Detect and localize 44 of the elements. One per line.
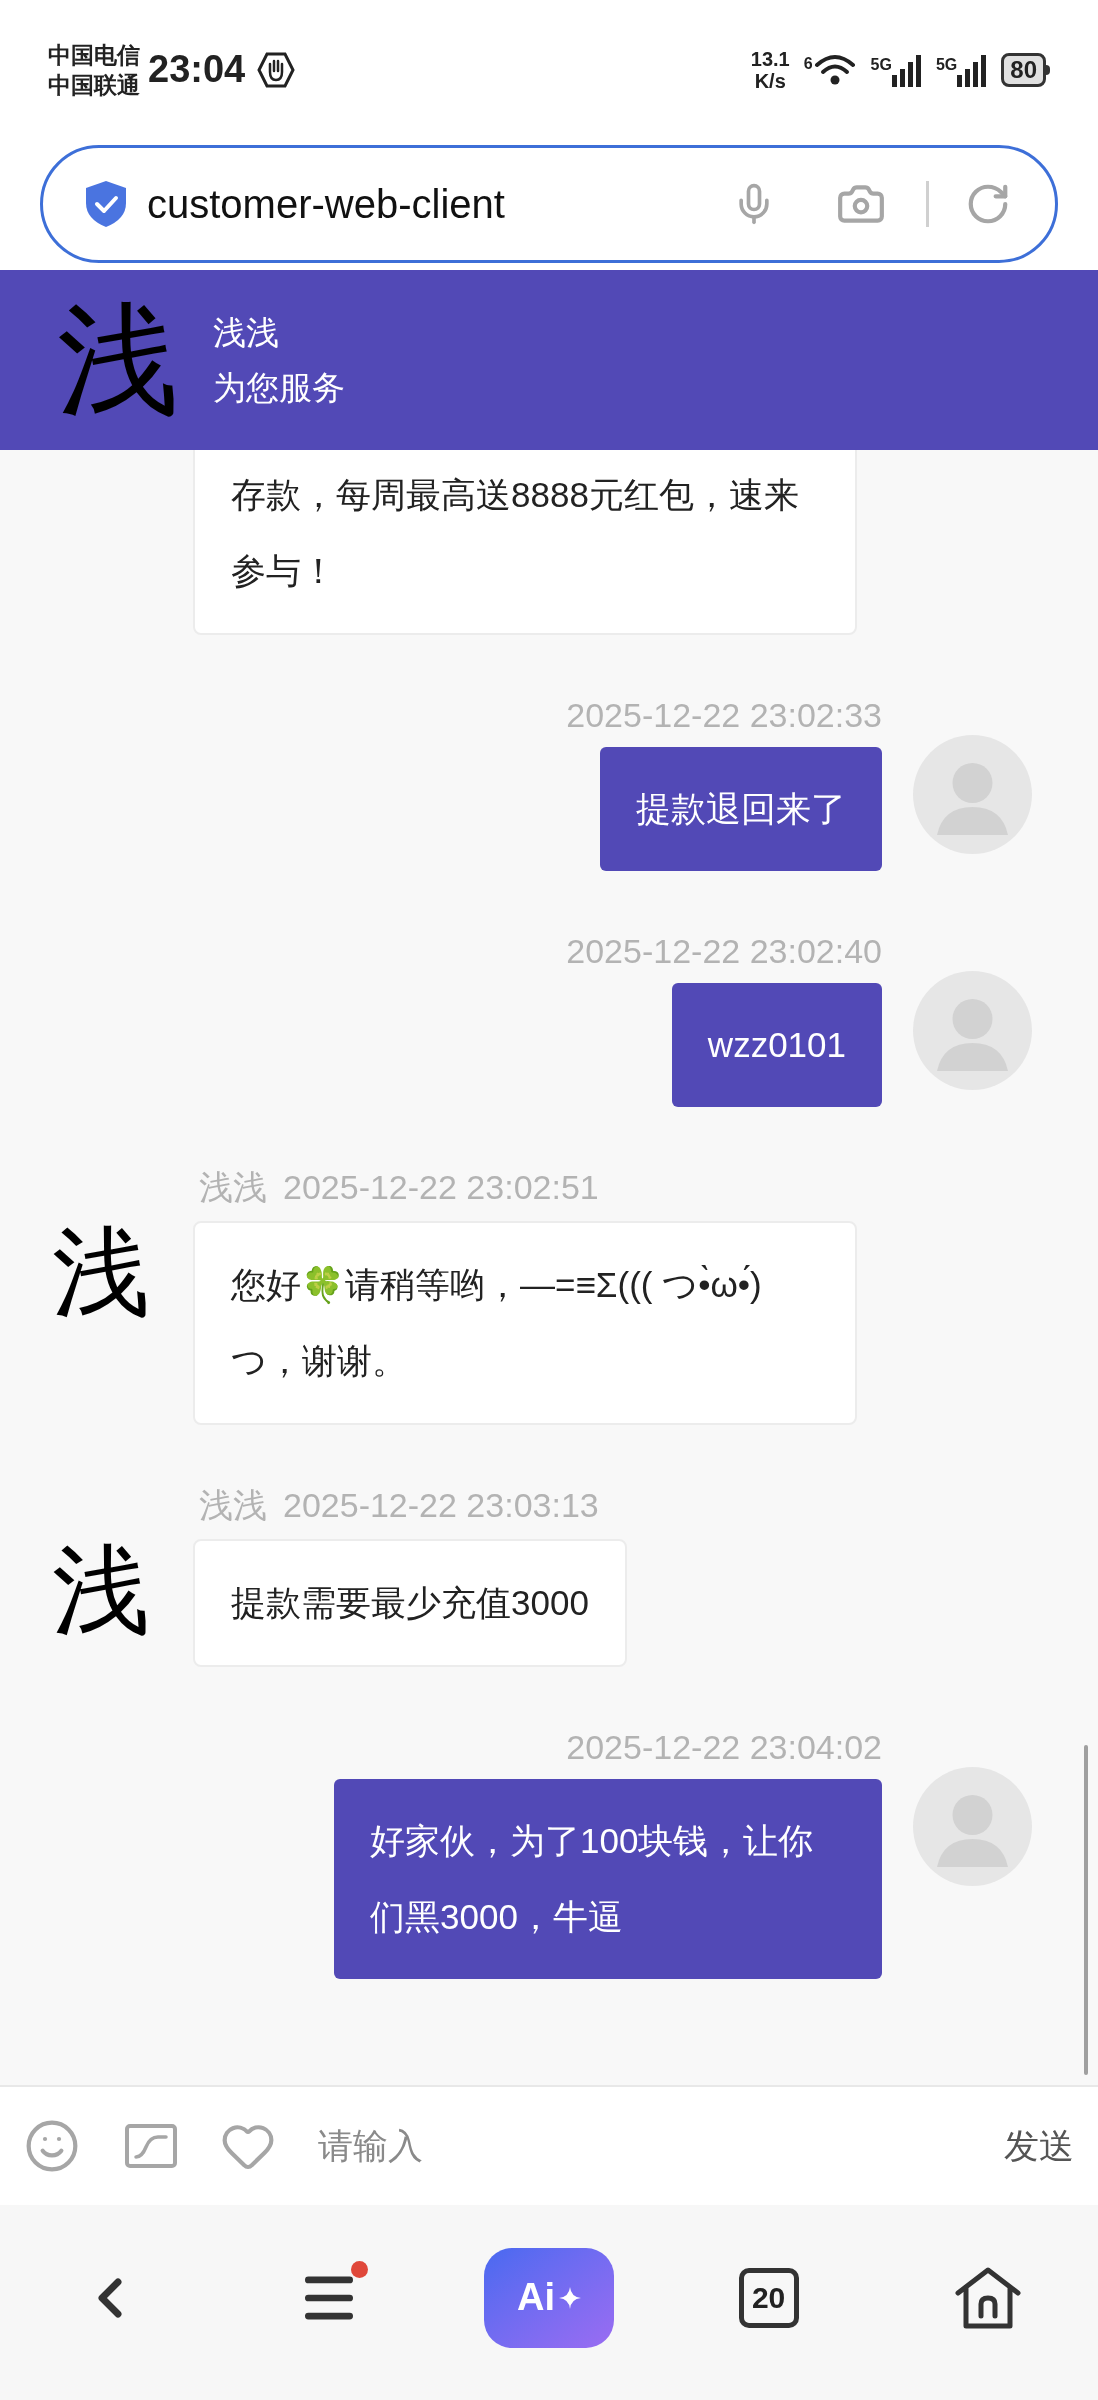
- emoji-icon[interactable]: [24, 2118, 80, 2174]
- url-text: customer-web-client: [147, 181, 505, 228]
- agent-status: 为您服务: [213, 368, 345, 408]
- image-icon[interactable]: [124, 2123, 178, 2169]
- sender-name: 浅浅: [199, 1166, 267, 1208]
- wifi-label: 6: [803, 53, 813, 74]
- message-time: 2025-12-22 23:02:40: [566, 930, 882, 972]
- tabs-button[interactable]: 20: [738, 2267, 799, 2328]
- avatar-icon: [913, 971, 1032, 1090]
- message-bubble: 好家伙，为了100块钱，让你们黑3000，牛逼: [334, 1779, 882, 1979]
- message-input[interactable]: 请输入: [318, 2119, 1004, 2173]
- agent-name: 浅浅: [213, 313, 280, 353]
- avatar-icon: [913, 735, 1032, 854]
- agent-avatar: 浅: [57, 299, 179, 421]
- message-bubble: wzz0101: [671, 983, 882, 1107]
- message-time: 2025-12-22 23:03:13: [283, 1484, 599, 1526]
- hand-icon: [257, 50, 296, 89]
- ai-button[interactable]: Ai: [484, 2247, 614, 2348]
- message-bubble: 存款，每周最高送8888元红包，速来参与！: [193, 450, 857, 635]
- net-speed: 13.1: [750, 47, 790, 70]
- message-time: 2025-12-22 23:02:33: [566, 694, 882, 736]
- carrier-name: 中国电信: [48, 40, 140, 70]
- shield-icon: [83, 179, 129, 229]
- battery-level: 80: [1001, 52, 1046, 87]
- sender-name: 浅浅: [199, 1484, 267, 1526]
- agent-avatar: 浅: [52, 1541, 151, 1639]
- net-speed: K/s: [754, 69, 786, 92]
- address-bar[interactable]: customer-web-client: [40, 145, 1058, 263]
- signal-icon: [957, 52, 988, 87]
- carrier-name: 中国联通: [48, 70, 140, 100]
- agent-avatar: 浅: [52, 1223, 151, 1321]
- signal-icon: [891, 52, 922, 87]
- message-bubble: 您好🍀请稍等哟，—=≡Σ((( つ•̀ω•́)つ，谢谢。: [193, 1221, 857, 1425]
- message-bubble: 提款需要最少充值3000: [193, 1539, 627, 1667]
- message-bubble: 提款退回来了: [600, 747, 882, 871]
- avatar-icon: [913, 1767, 1032, 1886]
- sparkle-icon: [559, 2286, 581, 2309]
- send-button[interactable]: 发送: [1004, 2119, 1074, 2173]
- network-type: 5G: [870, 54, 892, 75]
- clock: 23:04: [148, 47, 246, 92]
- network-type: 5G: [935, 54, 958, 75]
- home-icon[interactable]: [953, 2265, 1024, 2330]
- message-time: 2025-12-22 23:02:51: [283, 1166, 599, 1208]
- message-time: 2025-12-22 23:04:02: [566, 1726, 882, 1768]
